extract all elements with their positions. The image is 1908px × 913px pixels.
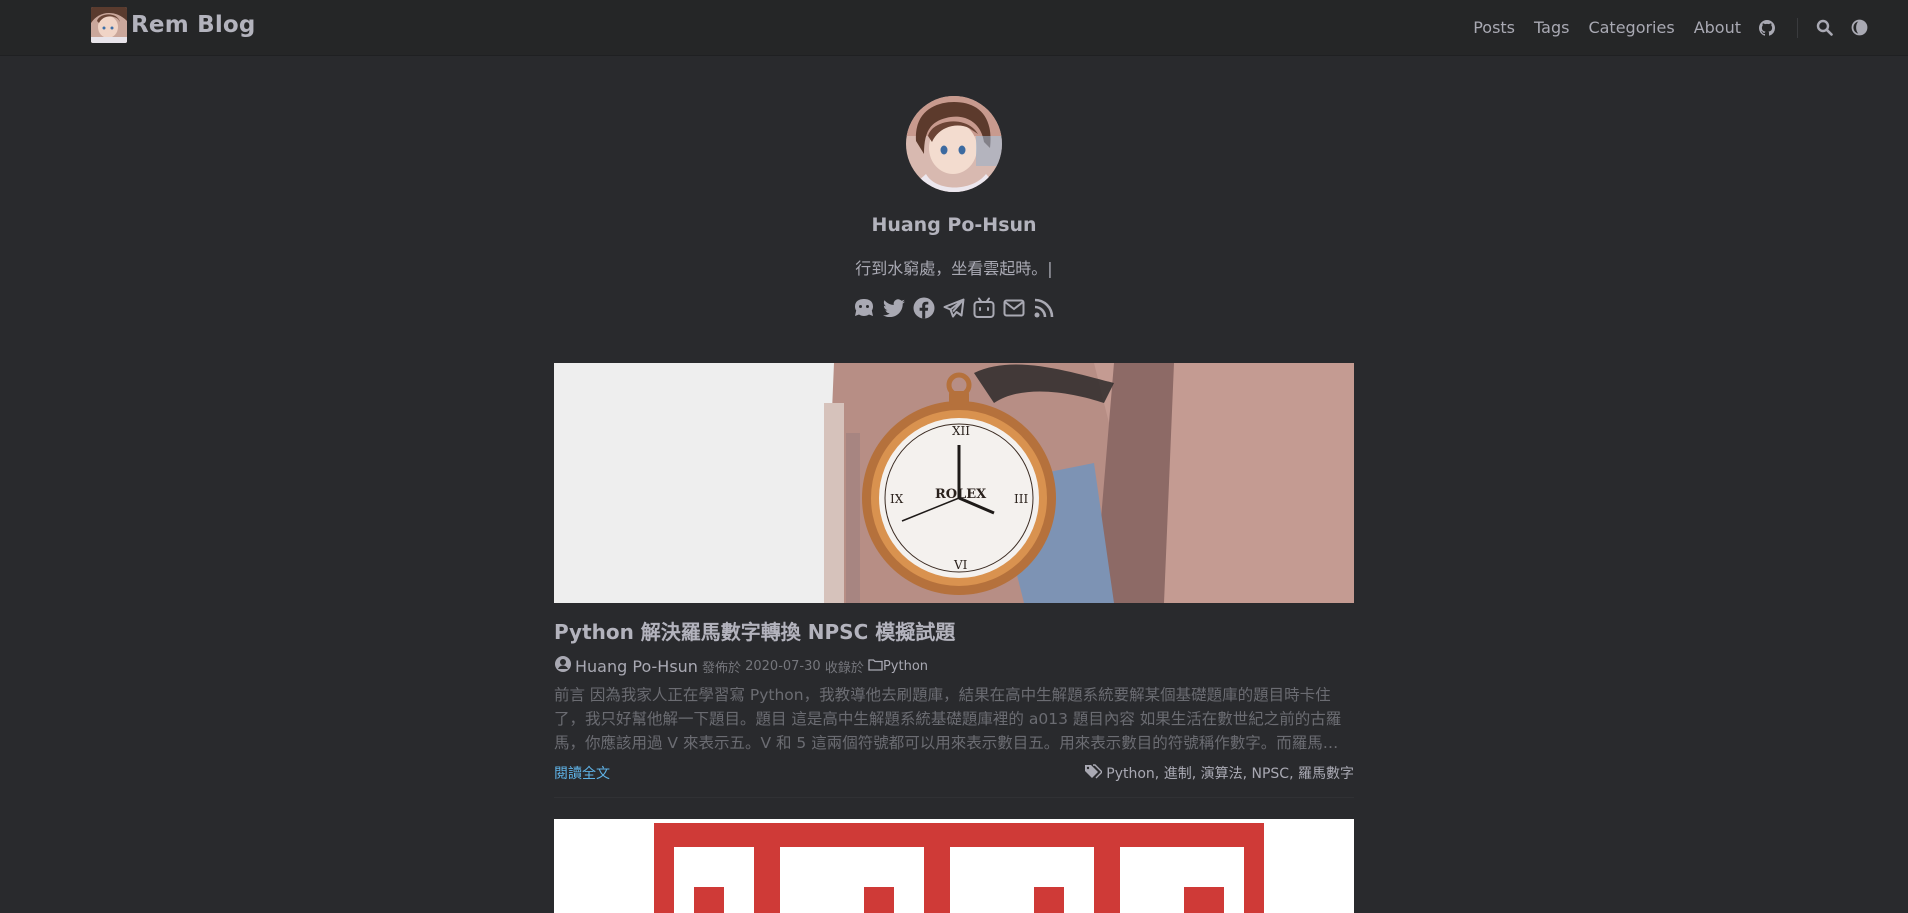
github-icon[interactable]: [852, 295, 877, 320]
post-tag-list[interactable]: Python, 進制, 演算法, NPSC, 羅馬數字: [1106, 763, 1354, 783]
svg-text:III: III: [1014, 492, 1028, 506]
post-card: [554, 819, 1354, 913]
profile-subtitle: 行到水窮處，坐看雲起時。|: [855, 259, 1053, 278]
tags-icon: [1084, 763, 1104, 783]
github-icon[interactable]: [1759, 19, 1775, 36]
telegram-icon[interactable]: [942, 295, 967, 320]
nav-posts[interactable]: Posts: [1473, 18, 1515, 37]
author-icon: [554, 655, 572, 677]
post-excerpt: 前言 因為我家人正在學習寫 Python，我教導他去刷題庫，結果在高中生解題系統…: [554, 686, 1342, 752]
nav-tags[interactable]: Tags: [1534, 18, 1569, 37]
site-logo-link[interactable]: Rem Blog: [91, 7, 256, 43]
post-cover-image[interactable]: [554, 819, 1354, 913]
read-more-link[interactable]: 閱讀全文: [554, 763, 610, 783]
post-meta: Huang Po-Hsun 發佈於 2020-07-30 收錄於 Python: [554, 655, 1354, 677]
main-nav: Posts Tags Categories About: [1454, 0, 1868, 55]
profile-name: Huang Po-Hsun: [871, 214, 1037, 236]
published-label: 發佈於: [701, 660, 741, 676]
bilibili-icon[interactable]: [972, 295, 997, 320]
email-icon[interactable]: [1002, 295, 1027, 320]
social-links: [0, 295, 1908, 320]
folder-icon: [868, 658, 883, 675]
twitter-icon[interactable]: [882, 295, 907, 320]
category-label: 收錄於: [824, 660, 864, 676]
profile-section: Huang Po-Hsun 行到水窮處，坐看雲起時。|: [0, 96, 1908, 320]
nav-categories[interactable]: Categories: [1588, 18, 1674, 37]
post-card: XII III VI IX ROLEX Python 解決羅馬數字轉換 NPSC…: [554, 363, 1354, 798]
post-category[interactable]: Python: [883, 659, 928, 674]
svg-text:VI: VI: [953, 558, 968, 572]
svg-text:IX: IX: [890, 492, 904, 506]
nav-about[interactable]: About: [1694, 18, 1741, 37]
post-author[interactable]: Huang Po-Hsun: [575, 657, 698, 676]
svg-text:XII: XII: [952, 424, 970, 438]
post-cover-image[interactable]: XII III VI IX ROLEX: [554, 363, 1354, 603]
site-title: Rem Blog: [131, 12, 256, 38]
search-icon[interactable]: [1816, 19, 1833, 36]
rss-icon[interactable]: [1032, 295, 1057, 320]
theme-toggle-icon[interactable]: [1851, 19, 1868, 36]
profile-avatar: [906, 96, 1002, 192]
logo-avatar: [91, 7, 127, 43]
post-divider: [554, 797, 1354, 798]
post-tags: Python, 進制, 演算法, NPSC, 羅馬數字: [1084, 763, 1354, 783]
nav-separator: [1797, 17, 1798, 38]
post-date: 2020-07-30: [745, 658, 821, 674]
post-title[interactable]: Python 解決羅馬數字轉換 NPSC 模擬試題: [554, 616, 1354, 645]
post-footer: 閱讀全文 Python, 進制, 演算法, NPSC, 羅馬數字: [554, 763, 1354, 783]
facebook-icon[interactable]: [912, 295, 937, 320]
site-header: Rem Blog Posts Tags Categories About: [0, 0, 1908, 56]
